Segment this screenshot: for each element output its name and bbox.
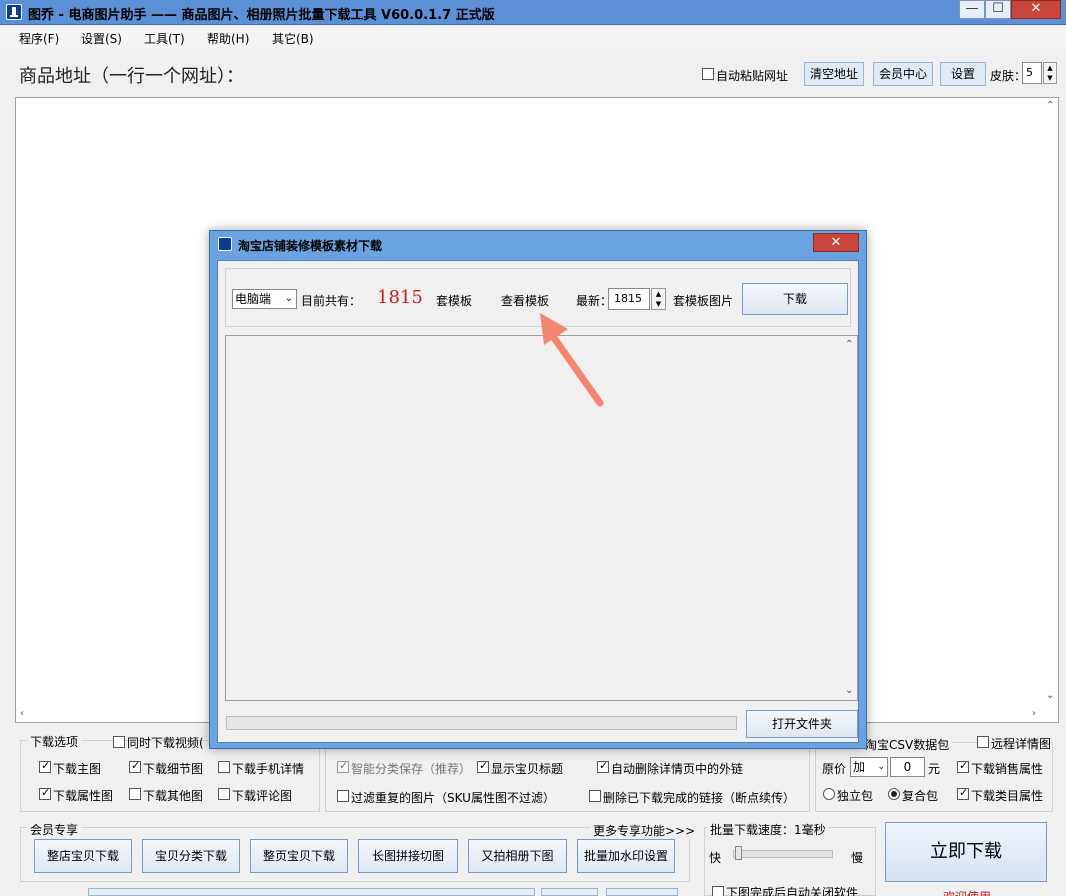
independent-label: 独立包 (837, 789, 874, 803)
auto-paste-label: 自动粘贴网址 (716, 69, 789, 83)
combined-label: 复合包 (902, 789, 939, 803)
whole-page-download-button[interactable]: 整页宝贝下载 (250, 839, 348, 873)
skin-spinner[interactable]: ▲ ▼ (1043, 62, 1057, 84)
show-title-label: 显示宝贝标题 (491, 762, 564, 776)
auto-delete-links-checkbox[interactable] (597, 759, 609, 773)
detail-image-checkbox[interactable] (129, 759, 141, 773)
start-download-button[interactable]: 立即下载 (885, 822, 1047, 882)
remote-detail-label: 远程详情图 (991, 737, 1052, 751)
settings-button[interactable]: 设置 (940, 62, 986, 86)
speed-label: 批量下载速度：1毫秒 (707, 821, 829, 838)
sales-attr-label: 下载销售属性 (971, 762, 1044, 776)
welcome-text: 欢迎使用 (943, 888, 991, 896)
template-count: 1815 (377, 287, 423, 308)
category-download-button[interactable]: 宝贝分类下载 (142, 839, 240, 873)
combined-radio[interactable] (888, 788, 900, 800)
close-button[interactable]: ✕ (1011, 0, 1061, 19)
smart-save-checkbox[interactable] (337, 759, 349, 773)
price-op-select[interactable]: 加 ⌄ (850, 757, 888, 777)
current-total-label: 目前共有： (301, 294, 362, 308)
latest-suffix-label: 套模板图片 (673, 294, 734, 308)
mobile-detail-checkbox[interactable] (218, 761, 230, 773)
review-image-checkbox[interactable] (218, 788, 230, 800)
attr-image-label: 下载属性图 (53, 789, 114, 803)
category-attr-checkbox[interactable] (957, 786, 969, 800)
bottom-button-b[interactable] (606, 888, 678, 896)
dialog-close-button[interactable]: ✕ (813, 233, 859, 252)
attr-image-checkbox[interactable] (39, 786, 51, 800)
more-features-link[interactable]: 更多专享功能>>> (590, 822, 699, 839)
speed-slider-thumb[interactable] (734, 846, 742, 860)
detail-image-label: 下载细节图 (143, 762, 204, 776)
scroll-left-icon[interactable]: ‹ (20, 708, 24, 719)
scroll-right-icon[interactable]: › (1032, 708, 1036, 719)
auto-delete-links-label: 自动删除详情页中的外链 (611, 762, 744, 776)
sales-attr-checkbox[interactable] (957, 759, 969, 773)
clear-urls-button[interactable]: 清空地址 (804, 62, 864, 86)
smart-save-label: 智能分类保存（推荐） (351, 762, 472, 776)
speed-slider-track[interactable] (733, 850, 833, 858)
platform-select[interactable]: 电脑端 ⌄ (232, 289, 297, 309)
scroll-down-icon[interactable]: ⌄ (1046, 690, 1054, 701)
app-download-icon (6, 4, 22, 20)
speed-slow-label: 慢 (851, 851, 864, 865)
template-download-button[interactable]: 下载 (742, 283, 848, 315)
maximize-button[interactable]: ☐ (985, 0, 1011, 19)
window-title: 图乔 - 电商图片助手 —— 商品图片、相册照片批量下载工具 V60.0.1.7… (28, 8, 495, 23)
bottom-button-a[interactable] (541, 888, 598, 896)
minimize-button[interactable]: — (959, 0, 985, 19)
template-unit-label: 套模板 (436, 294, 473, 308)
main-image-checkbox[interactable] (39, 759, 51, 773)
download-video-checkbox[interactable] (113, 736, 125, 748)
review-image-label: 下载评论图 (232, 789, 293, 803)
list-scroll-up-icon[interactable]: ⌃ (845, 339, 853, 350)
price-value-input[interactable]: 0 (890, 757, 925, 777)
menu-help[interactable]: 帮助(H) (207, 30, 249, 47)
delete-completed-label: 删除已下载完成的链接（断点续传） (603, 791, 796, 805)
mobile-detail-label: 下载手机详情 (232, 762, 305, 776)
menu-other[interactable]: 其它(B) (272, 30, 314, 47)
speed-fast-label: 快 (709, 851, 722, 865)
price-label: 原价 (822, 762, 847, 776)
download-progress-bar (226, 716, 737, 730)
bottom-field[interactable] (88, 888, 535, 896)
yupoo-album-button[interactable]: 又拍相册下图 (468, 839, 567, 873)
list-scroll-down-icon[interactable]: ⌄ (845, 685, 853, 696)
dialog-download-icon (218, 237, 232, 251)
show-title-checkbox[interactable] (477, 759, 489, 773)
filter-duplicates-checkbox[interactable] (337, 790, 349, 802)
download-options-title: 下载选项 (27, 733, 82, 750)
skin-label: 皮肤： (990, 69, 1027, 83)
category-attr-label: 下载类目属性 (971, 789, 1044, 803)
long-image-split-button[interactable]: 长图拼接切图 (358, 839, 458, 873)
filter-duplicates-label: 过滤重复的图片（SKU属性图不过滤） (351, 791, 555, 805)
other-image-checkbox[interactable] (129, 788, 141, 800)
open-folder-button[interactable]: 打开文件夹 (746, 710, 858, 738)
dialog-title: 淘宝店铺装修模板素材下载 (238, 239, 383, 253)
member-center-button[interactable]: 会员中心 (873, 62, 933, 86)
auto-paste-checkbox[interactable] (702, 68, 714, 80)
independent-radio[interactable] (823, 788, 835, 800)
latest-spinner[interactable]: ▲ ▼ (651, 288, 666, 310)
member-title: 会员专享 (27, 821, 82, 838)
menu-settings[interactable]: 设置(S) (81, 30, 122, 47)
delete-completed-checkbox[interactable] (589, 790, 601, 802)
remote-detail-checkbox[interactable] (977, 736, 989, 748)
menu-tools[interactable]: 工具(T) (144, 30, 185, 47)
auto-close-checkbox[interactable] (712, 886, 724, 896)
auto-close-label: 下图完成后自动关闭软件 (726, 886, 859, 896)
skin-value[interactable]: 5 (1022, 62, 1042, 84)
url-label: 商品地址（一行一个网址）： (19, 66, 244, 87)
download-video-label: 同时下载视频( (127, 736, 204, 750)
watermark-settings-button[interactable]: 批量加水印设置 (577, 839, 675, 873)
main-image-label: 下载主图 (53, 762, 102, 776)
scroll-up-icon[interactable]: ⌃ (1046, 100, 1054, 111)
other-image-label: 下载其他图 (143, 789, 204, 803)
menu-program[interactable]: 程序(F) (19, 30, 59, 47)
annotation-arrow-icon (540, 313, 604, 407)
whole-shop-download-button[interactable]: 整店宝贝下载 (34, 839, 132, 873)
csv-label: 淘宝CSV数据包 (862, 736, 953, 753)
price-unit: 元 (928, 762, 941, 776)
